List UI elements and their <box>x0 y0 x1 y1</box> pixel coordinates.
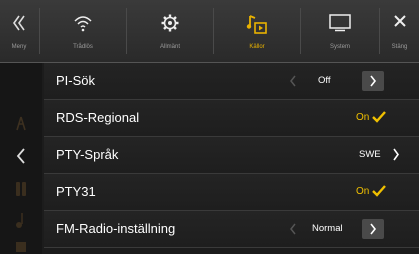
tab-label: Allmänt <box>159 44 180 50</box>
tab-system[interactable]: System <box>301 0 379 62</box>
increment-button[interactable] <box>362 71 384 91</box>
checkmark-icon <box>372 184 386 202</box>
increment-button[interactable] <box>362 219 384 239</box>
antenna-icon <box>0 115 42 131</box>
music-icon <box>0 211 42 229</box>
setting-row-pty-language[interactable]: PTY-Språk SWE <box>44 137 419 174</box>
chevron-right-icon <box>392 148 400 166</box>
tab-general[interactable]: Allmänt <box>127 0 213 62</box>
menu-label: Meny <box>11 44 27 50</box>
wifi-icon <box>73 14 93 37</box>
tab-sources[interactable]: Källor <box>214 0 300 62</box>
close-button[interactable]: Stäng <box>380 0 419 62</box>
tab-wireless[interactable]: Trådlös <box>40 0 126 62</box>
setting-row-pi-search[interactable]: PI-Sök Off <box>44 63 419 100</box>
tab-label: Trådlös <box>73 44 93 50</box>
sidebar <box>0 63 42 254</box>
gear-icon <box>161 14 179 37</box>
chevron-left-icon <box>290 223 296 235</box>
chevron-right-icon <box>370 223 377 235</box>
setting-value: Off <box>318 75 331 86</box>
radio-icon <box>0 181 42 197</box>
setting-label: RDS-Regional <box>56 110 140 125</box>
setting-value: On <box>356 112 370 123</box>
device-icon <box>0 241 42 253</box>
tab-label: Källor <box>249 44 265 50</box>
checkmark-icon <box>372 110 386 128</box>
close-label: Stäng <box>391 44 408 50</box>
close-icon <box>393 14 407 33</box>
chevron-left-icon <box>290 75 296 87</box>
setting-label: PTY-Språk <box>56 147 119 162</box>
decrement-button[interactable] <box>282 219 304 239</box>
monitor-icon <box>329 14 351 37</box>
settings-list: PI-Sök Off RDS-Regional On PTY-Språk SWE… <box>44 63 419 248</box>
setting-value: Normal <box>312 223 343 234</box>
setting-row-pty31[interactable]: PTY31 On <box>44 174 419 211</box>
setting-label: PTY31 <box>56 184 96 199</box>
sources-icon <box>246 14 268 41</box>
back-chevron-icon[interactable] <box>0 147 42 165</box>
double-chevron-left-icon <box>12 14 26 37</box>
setting-value: SWE <box>359 149 381 160</box>
setting-label: PI-Sök <box>56 73 96 88</box>
top-bar: Meny Trådlös Allmänt Källor System Stäng <box>0 0 419 63</box>
setting-value: On <box>356 186 370 197</box>
setting-label: FM-Radio-inställning <box>56 221 176 236</box>
decrement-button[interactable] <box>282 71 304 91</box>
setting-row-fm-radio[interactable]: FM-Radio-inställning Normal <box>44 211 419 248</box>
setting-row-rds-regional[interactable]: RDS-Regional On <box>44 100 419 137</box>
tab-label: System <box>329 44 350 50</box>
chevron-right-icon <box>370 75 377 87</box>
menu-button[interactable]: Meny <box>0 0 38 62</box>
